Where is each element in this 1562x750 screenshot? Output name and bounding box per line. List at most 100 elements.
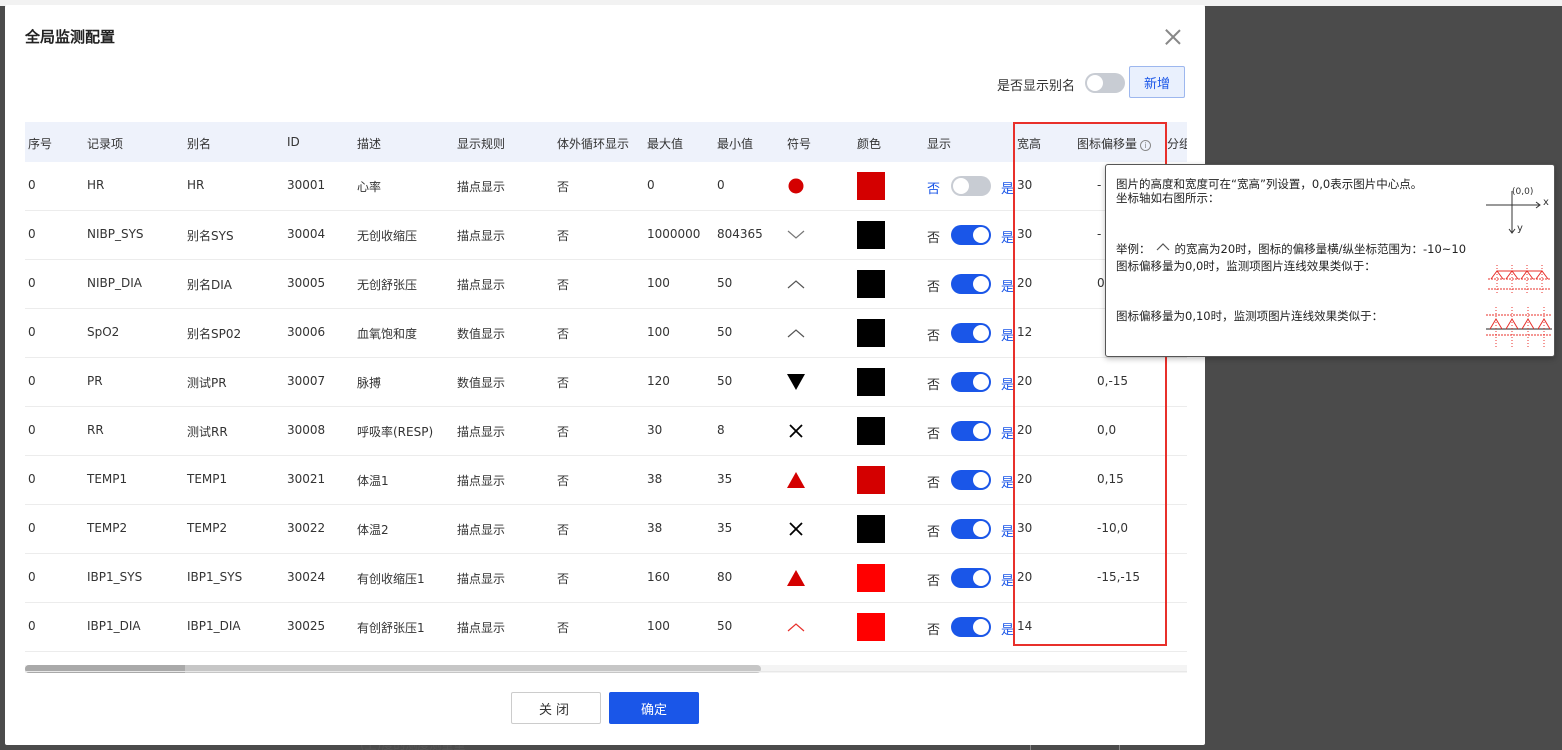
column-color: 颜色	[857, 137, 882, 151]
cell-seq: 0	[28, 619, 36, 633]
cell-size: 30	[1017, 227, 1033, 241]
cell-offset: -	[1097, 227, 1102, 241]
display-toggle[interactable]	[951, 372, 991, 392]
toggle-yes-label: 是	[1001, 329, 1015, 344]
axis-origin-label: (0,0)	[1512, 187, 1534, 197]
cell-ext: 否	[557, 474, 570, 488]
cell-max: 100	[647, 325, 670, 339]
table-row: 0 HR HR 30001 心率 描点显示 否 0 0 30 - 否 是	[25, 162, 1187, 211]
cell-record: TEMP1	[87, 472, 128, 486]
display-toggle[interactable]	[951, 519, 991, 539]
cell-desc: 呼吸率(RESP)	[357, 425, 434, 439]
cell-alias: 测试PR	[187, 376, 227, 390]
column-max: 最大值	[647, 137, 684, 151]
cell-min: 50	[717, 619, 733, 633]
tooltip-line5: 图标偏移量为0,10时，监测项图片连线效果类似于：	[1116, 309, 1384, 323]
cell-desc: 体温2	[357, 523, 389, 537]
cell-record: IBP1_DIA	[87, 619, 141, 633]
toggle-yes-label: 是	[1001, 427, 1015, 442]
cell-id: 30001	[287, 178, 326, 192]
triangle-down-icon	[785, 371, 807, 393]
display-toggle[interactable]	[951, 274, 991, 294]
color-swatch[interactable]	[857, 270, 885, 298]
cell-ext: 否	[557, 327, 570, 341]
cell-alias: TEMP2	[187, 521, 228, 535]
cell-desc: 血氧饱和度	[357, 327, 418, 341]
toggle-no-label: 否	[927, 329, 941, 344]
cell-id: 30004	[287, 227, 326, 241]
triangle-up-icon	[785, 567, 807, 589]
cell-size: 14	[1017, 619, 1033, 633]
tooltip-line3: 举例： 的宽高为20时，图标的偏移量横/纵坐标范围为：-10~10	[1116, 241, 1466, 257]
close-button[interactable]: 关闭	[511, 692, 601, 724]
color-swatch[interactable]	[857, 613, 885, 641]
cell-rule: 描点显示	[457, 425, 506, 439]
cell-seq: 0	[28, 472, 36, 486]
table-row: 0 NIBP_DIA 别名DIA 30005 无创舒张压 描点显示 否 100 50 20 0 否 是	[25, 260, 1187, 309]
cell-max: 38	[647, 521, 663, 535]
cell-min: 35	[717, 521, 733, 535]
cell-desc: 无创收缩压	[357, 229, 418, 243]
cell-min: 50	[717, 276, 733, 290]
display-toggle[interactable]	[951, 470, 991, 490]
cell-max: 160	[647, 570, 670, 584]
display-toggle[interactable]	[951, 617, 991, 637]
cell-alias: 别名SYS	[187, 229, 234, 243]
ok-button[interactable]: 确定	[609, 692, 699, 724]
cell-seq: 0	[28, 374, 36, 388]
display-toggle[interactable]	[951, 323, 991, 343]
display-toggle[interactable]	[951, 568, 991, 588]
color-swatch[interactable]	[857, 319, 885, 347]
cell-alias: IBP1_DIA	[187, 619, 241, 633]
display-toggle[interactable]	[951, 421, 991, 441]
add-button[interactable]: 新增	[1129, 66, 1185, 98]
cell-seq: 0	[28, 276, 36, 290]
cell-max: 100	[647, 619, 670, 633]
cell-record: SpO2	[87, 325, 120, 339]
color-swatch[interactable]	[857, 417, 885, 445]
cell-desc: 脉搏	[357, 376, 382, 390]
info-icon[interactable]: i	[1140, 140, 1152, 151]
cell-record: NIBP_SYS	[87, 227, 144, 241]
tooltip-line2: 坐标轴如右图所示：	[1116, 191, 1220, 205]
cell-offset: 0,15	[1097, 472, 1124, 486]
cell-offset: -	[1097, 178, 1102, 192]
cell-ext: 否	[557, 229, 570, 243]
cell-seq: 0	[28, 521, 36, 535]
table-row: 0 TEMP2 TEMP2 30022 体温2 描点显示 否 38 35 30 -10,0 否 是	[25, 505, 1187, 554]
cell-max: 1000000	[647, 227, 701, 241]
cross-icon	[785, 518, 807, 540]
dialog-title: 全局监测配置	[25, 28, 116, 46]
cell-rule: 描点显示	[457, 229, 506, 243]
circle-icon	[785, 175, 807, 197]
cell-seq: 0	[28, 325, 36, 339]
cell-max: 30	[647, 423, 663, 437]
chevron-up-icon	[785, 322, 807, 344]
cell-ext: 否	[557, 523, 570, 537]
color-swatch[interactable]	[857, 564, 885, 592]
cell-ext: 否	[557, 425, 570, 439]
toggle-yes-label: 是	[1001, 574, 1015, 589]
table-row: 0 RR 测试RR 30008 呼吸率(RESP) 描点显示 否 30 8 20 0,0 否 是	[25, 407, 1187, 456]
cell-rule: 描点显示	[457, 523, 506, 537]
cell-alias: 别名DIA	[187, 278, 232, 292]
axis-y-label: y	[1517, 223, 1523, 234]
show-alias-toggle[interactable]	[1085, 73, 1125, 93]
cell-ext: 否	[557, 180, 570, 194]
close-icon[interactable]	[1161, 25, 1185, 49]
display-toggle[interactable]	[951, 176, 991, 196]
color-swatch[interactable]	[857, 368, 885, 396]
cell-alias: 测试RR	[187, 425, 228, 439]
color-swatch[interactable]	[857, 221, 885, 249]
cell-size: 20	[1017, 570, 1033, 584]
chevron-up-icon	[1156, 243, 1169, 251]
color-swatch[interactable]	[857, 466, 885, 494]
toggle-yes-label: 是	[1001, 182, 1015, 197]
toggle-no-label: 否	[927, 525, 941, 540]
color-swatch[interactable]	[857, 515, 885, 543]
cell-offset: 0,-15	[1097, 374, 1129, 388]
color-swatch[interactable]	[857, 172, 885, 200]
table-row: 0 PR 测试PR 30007 脉搏 数值显示 否 120 50 20 0,-15 否 是	[25, 358, 1187, 407]
display-toggle[interactable]	[951, 225, 991, 245]
table-row: 0 NIBP_SYS 别名SYS 30004 无创收缩压 描点显示 否 1000000 8043…	[25, 211, 1187, 260]
